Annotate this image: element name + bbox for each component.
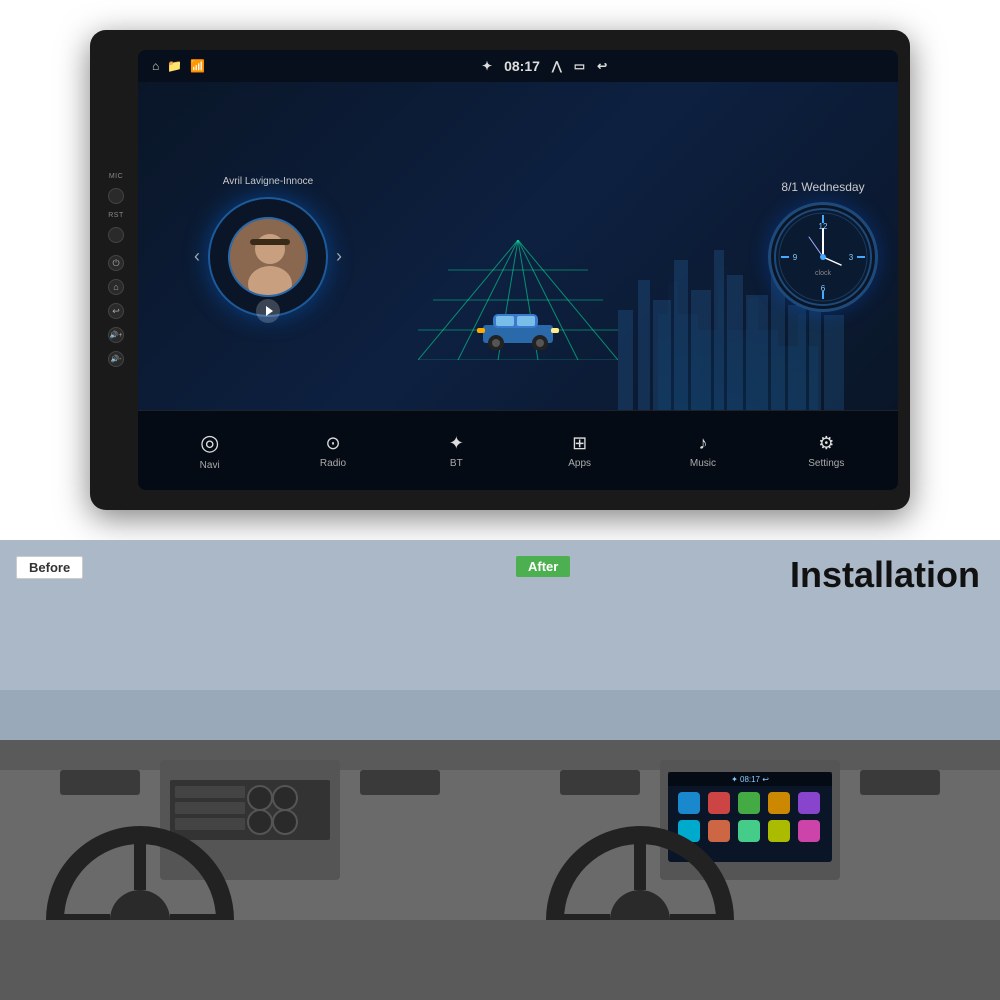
after-car-svg: ✦ 08:17 ↩: [500, 540, 1000, 1000]
battery-icon: ▭: [574, 59, 585, 73]
apps-icon: ⊞: [572, 433, 587, 454]
radio-icon: ⊙: [325, 433, 340, 454]
music-icon: ♪: [698, 433, 707, 454]
back-side-button[interactable]: ↩: [108, 303, 124, 319]
music-prev-button[interactable]: ‹: [194, 246, 200, 267]
home-status-icon: ⌂: [152, 59, 159, 73]
mic-label: MIC: [109, 173, 123, 180]
nav-item-music[interactable]: ♪ Music: [641, 433, 764, 469]
svg-text:3: 3: [849, 253, 854, 262]
music-disc-container: ‹: [194, 197, 342, 317]
status-bar: ⌂ 📁 📶 ✦ 08:17 ⋀ ▭ ↩: [138, 50, 898, 82]
back-side-icon: ↩: [112, 306, 120, 317]
play-button[interactable]: [256, 299, 280, 323]
power-button[interactable]: ⏻: [108, 255, 124, 271]
installation-section: Before: [0, 540, 1000, 1000]
navi-icon: ◎: [200, 430, 219, 456]
signal-status-icon: 📶: [190, 59, 205, 73]
after-panel: After Installation ✦ 08:17 ↩: [500, 540, 1000, 1000]
svg-text:clock: clock: [815, 270, 831, 277]
back-icon: ↩: [597, 59, 607, 73]
nav-item-apps[interactable]: ⊞ Apps: [518, 433, 641, 469]
device-section: MIC RST ⏻ ⌂ ↩ 🔊+ 🔊-: [0, 0, 1000, 540]
music-widget: Avril Lavigne-Innoce ‹: [158, 176, 378, 317]
after-label: After: [516, 556, 570, 577]
before-panel: Before: [0, 540, 500, 1000]
before-label: Before: [16, 556, 83, 579]
rst-button[interactable]: [108, 227, 124, 243]
after-interior: ✦ 08:17 ↩: [500, 540, 1000, 1000]
side-buttons: MIC RST ⏻ ⌂ ↩ 🔊+ 🔊-: [102, 173, 130, 367]
power-icon: ⏻: [112, 258, 119, 269]
disc-wrapper: [208, 197, 328, 317]
time-display: 08:17: [504, 58, 540, 74]
nav-item-settings[interactable]: ⚙ Settings: [765, 433, 888, 469]
settings-icon: ⚙: [818, 433, 834, 454]
mic-button[interactable]: [108, 188, 124, 204]
before-interior: [0, 540, 500, 1000]
artist-image-svg: [230, 219, 308, 297]
bottom-nav: ◎ Navi ⊙ Radio ✦ BT ⊞ Apps ♪ Music: [138, 410, 898, 490]
clock-svg: 12 3 6 9 clock: [773, 207, 873, 307]
play-icon: [266, 306, 273, 316]
vol-up-icon: 🔊+: [110, 331, 123, 339]
car-animation: [473, 300, 563, 355]
bluetooth-icon: ✦: [482, 59, 492, 73]
disc-image: [228, 217, 308, 297]
home-side-icon: ⌂: [113, 282, 118, 292]
nav-item-navi[interactable]: ◎ Navi: [148, 430, 271, 471]
main-content-area: Avril Lavigne-Innoce ‹: [138, 82, 898, 410]
nav-item-bt[interactable]: ✦ BT: [395, 433, 518, 469]
settings-label: Settings: [808, 458, 844, 469]
vol-down-icon: 🔊-: [110, 355, 121, 363]
before-car-svg: [0, 540, 500, 1000]
music-next-button[interactable]: ›: [336, 246, 342, 267]
status-center: ✦ 08:17 ⋀ ▭ ↩: [482, 58, 607, 74]
svg-text:✦ 08:17 ↩: ✦ 08:17 ↩: [731, 775, 769, 784]
home-side-button[interactable]: ⌂: [108, 279, 124, 295]
rst-label: RST: [108, 212, 124, 219]
vol-up-button[interactable]: 🔊+: [108, 327, 124, 343]
vol-down-button[interactable]: 🔊-: [108, 351, 124, 367]
music-title: Avril Lavigne-Innoce: [223, 176, 313, 187]
car-stereo-device: MIC RST ⏻ ⌂ ↩ 🔊+ 🔊-: [90, 30, 910, 510]
installation-title: Installation: [790, 554, 980, 596]
nav-item-radio[interactable]: ⊙ Radio: [271, 433, 394, 469]
bt-label: BT: [450, 458, 463, 469]
navi-label: Navi: [200, 460, 220, 471]
clock-face: 12 3 6 9 clock: [768, 202, 878, 312]
radio-label: Radio: [320, 458, 346, 469]
bt-icon: ✦: [449, 433, 464, 454]
svg-text:6: 6: [821, 284, 826, 293]
status-left: ⌂ 📁 📶: [152, 59, 205, 73]
date-display: 8/1 Wednesday: [781, 180, 864, 194]
main-screen: ⌂ 📁 📶 ✦ 08:17 ⋀ ▭ ↩: [138, 50, 898, 490]
signal2-icon: ⋀: [552, 59, 562, 73]
folder-status-icon: 📁: [167, 59, 182, 73]
clock-widget: 8/1 Wednesday 12: [768, 180, 878, 312]
svg-text:9: 9: [793, 253, 798, 262]
apps-label: Apps: [568, 458, 591, 469]
car-svg: [473, 300, 563, 350]
music-nav-label: Music: [690, 458, 716, 469]
